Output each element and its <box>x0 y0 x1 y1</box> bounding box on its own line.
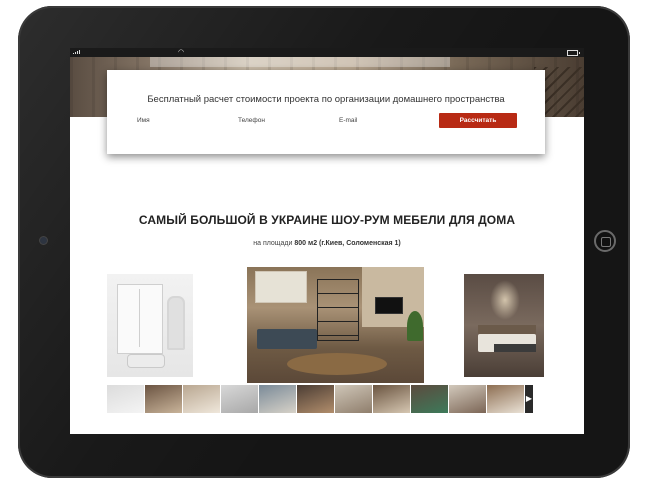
blanket-shape <box>494 344 536 352</box>
home-button[interactable] <box>594 230 616 252</box>
showroom-headline: САМЫЙ БОЛЬШОЙ В УКРАИНЕ ШОУ-РУМ МЕБЕЛИ Д… <box>138 213 516 227</box>
rug-shape <box>287 353 387 375</box>
estimate-form: Бесплатный расчет стоимости проекта по о… <box>107 70 545 154</box>
plant-shape <box>407 311 423 341</box>
camera-icon <box>40 237 47 244</box>
window-shape <box>255 271 307 303</box>
phone-field[interactable]: Телефон <box>238 117 265 124</box>
gallery-thumbnail[interactable] <box>335 385 372 413</box>
lamp-glow <box>490 280 520 320</box>
chevron-right-icon: ▶ <box>525 394 532 403</box>
gallery-photo-living-room[interactable] <box>247 267 424 383</box>
shelf-shape <box>317 279 359 341</box>
gallery-thumbnail[interactable] <box>183 385 220 413</box>
wardrobe-shape <box>117 284 163 354</box>
wifi-icon: ◠ <box>178 49 185 56</box>
subline-prefix: на площади <box>253 240 293 247</box>
gallery-thumbnail[interactable] <box>487 385 524 413</box>
showroom-subline: на площади 800 м2 (г.Киев, Соломенская 1… <box>70 240 584 247</box>
gallery-thumbnail[interactable] <box>221 385 258 413</box>
sofa-shape <box>257 329 317 349</box>
thumbnail-strip: ▶ <box>107 385 544 413</box>
gallery-thumbnail[interactable] <box>373 385 410 413</box>
gallery-thumbnail[interactable] <box>107 385 144 413</box>
subline-area: 800 м2 <box>294 240 318 247</box>
gallery-thumbnail[interactable] <box>411 385 448 413</box>
tv-shape <box>375 297 403 314</box>
hero-beam <box>150 57 450 67</box>
name-field[interactable]: Имя <box>137 117 150 124</box>
gallery-thumbnail[interactable] <box>259 385 296 413</box>
form-title: Бесплатный расчет стоимости проекта по о… <box>147 94 505 105</box>
gallery-thumbnail[interactable] <box>145 385 182 413</box>
gallery-next-button[interactable]: ▶ <box>525 385 533 413</box>
gallery-thumbnail[interactable] <box>297 385 334 413</box>
signal-icon <box>73 50 80 54</box>
gallery-photo-bedroom-white[interactable] <box>107 274 193 377</box>
email-field[interactable]: E-mail <box>339 117 357 124</box>
status-bar: ◠ <box>70 48 584 57</box>
screen: ◠ Бесплатный расчет стоимости проекта по… <box>70 48 584 434</box>
subline-location: (г.Киев, Соломенская 1) <box>319 240 401 247</box>
mirror-shape <box>167 296 185 350</box>
battery-icon <box>567 50 580 56</box>
bench-shape <box>127 354 165 368</box>
calculate-button[interactable]: Рассчитать <box>439 113 517 128</box>
gallery-photo-bedroom-dark[interactable] <box>464 274 544 377</box>
gallery-thumbnail[interactable] <box>449 385 486 413</box>
